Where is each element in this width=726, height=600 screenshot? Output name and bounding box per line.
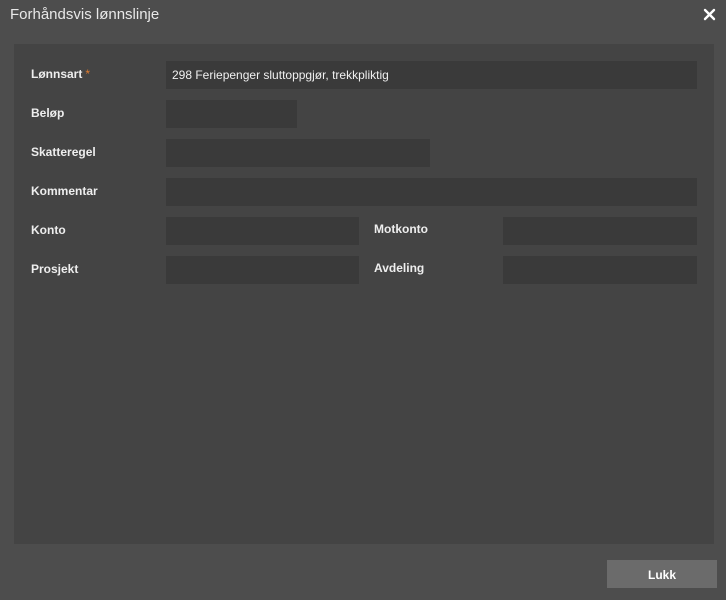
close-button[interactable]: Lukk [607,560,717,588]
kommentar-label: Kommentar [31,184,98,198]
kommentar-field[interactable] [166,178,697,206]
avdeling-label: Avdeling [374,261,425,275]
konto-field[interactable] [166,217,359,245]
motkonto-label: Motkonto [374,222,428,236]
skatteregel-field[interactable] [166,139,430,167]
skatteregel-label: Skatteregel [31,145,96,159]
belop-label: Beløp [31,106,65,120]
prosjekt-label: Prosjekt [31,262,79,276]
required-mark: * [85,67,91,81]
motkonto-field[interactable] [503,217,697,245]
dialog-title: Forhåndsvis lønnslinje [10,6,160,23]
konto-label: Konto [31,223,66,237]
lonnsart-field[interactable]: 298 Feriepenger sluttoppgjør, trekkplikt… [166,61,697,89]
belop-field[interactable] [166,100,297,128]
avdeling-field[interactable] [503,256,697,284]
form-panel: Lønnsart * 298 Feriepenger sluttoppgjør, … [14,44,714,544]
prosjekt-field[interactable] [166,256,359,284]
dialog-titlebar: Forhåndsvis lønnslinje [0,0,726,30]
close-icon[interactable] [700,4,720,24]
lonnsart-label: Lønnsart * [31,67,91,81]
preview-salary-line-dialog: Forhåndsvis lønnslinje Lønnsart * 298 Fer… [0,0,726,600]
